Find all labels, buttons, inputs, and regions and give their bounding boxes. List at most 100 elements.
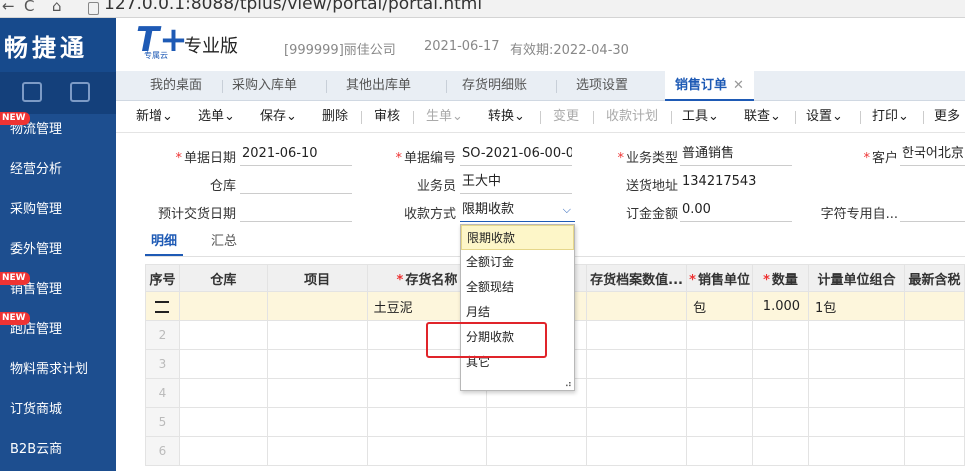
tools-button[interactable]: 工具⌄ (682, 101, 719, 133)
tab-detail[interactable]: 明细 (151, 230, 177, 249)
tab-summary[interactable]: 汇总 (211, 230, 237, 249)
grid-cell[interactable] (903, 291, 965, 321)
grid-header-1[interactable]: 仓库 (178, 264, 268, 292)
grid-cell[interactable] (486, 436, 588, 466)
grid-cell[interactable] (266, 349, 368, 379)
grid-header-9[interactable]: 最新含税 (903, 264, 965, 292)
sidebar-item-8[interactable]: B2B云商 (0, 430, 116, 470)
grid-cell[interactable] (808, 378, 905, 408)
grid-cell[interactable] (686, 349, 754, 379)
change-button[interactable]: 变更 (553, 101, 579, 133)
tab-desktop[interactable]: 我的桌面 (140, 71, 212, 101)
grid-cell[interactable] (903, 320, 965, 350)
resize-grip-icon[interactable]: ⠴ (565, 379, 572, 390)
grid-cell[interactable] (145, 291, 180, 321)
audit-button[interactable]: 审核 (374, 101, 400, 133)
sidebar-item-4[interactable]: NEW 销售管理 (0, 270, 116, 310)
dropdown-option-0[interactable]: 限期收款 (461, 225, 574, 250)
grid-cell[interactable] (586, 320, 688, 350)
grid-cell[interactable] (808, 320, 905, 350)
grid-cell[interactable] (752, 378, 810, 408)
tab-inventory-ledger[interactable]: 存货明细账 (452, 71, 537, 101)
grid-cell[interactable] (366, 436, 488, 466)
query-button[interactable]: 联查⌄ (744, 101, 781, 133)
search-icon[interactable] (22, 82, 42, 102)
back-icon[interactable]: ← (2, 0, 15, 15)
doc-no-field[interactable]: SO-2021-06-00-0... (460, 144, 572, 166)
grid-cell[interactable] (686, 378, 754, 408)
grid-cell[interactable] (266, 291, 368, 321)
dropdown-option-2[interactable]: 全额现结 (461, 275, 574, 300)
generate-button[interactable]: 生单⌄ (426, 101, 463, 133)
tab-options[interactable]: 选项设置 (566, 71, 638, 101)
grid-cell[interactable] (686, 407, 754, 437)
grid-cell[interactable] (903, 436, 965, 466)
print-button[interactable]: 打印⌄ (872, 101, 909, 133)
grid-cell[interactable] (686, 436, 754, 466)
settings-button[interactable]: 设置⌄ (806, 101, 843, 133)
sidebar-item-1[interactable]: 经营分析 (0, 150, 116, 190)
home-icon[interactable]: ⌂ (52, 0, 62, 15)
grid-cell[interactable] (586, 291, 688, 321)
grid-cell[interactable] (266, 320, 368, 350)
pay-method-select[interactable]: 限期收款 ⌵ (460, 200, 575, 222)
payment-plan-button[interactable]: 收款计划 (606, 101, 658, 133)
chevron-down-icon[interactable]: ⌵ (563, 200, 571, 220)
ship-addr-field[interactable]: 134217543 (680, 172, 965, 194)
sidebar-item-7[interactable]: 订货商城 (0, 390, 116, 430)
grid-header-6[interactable]: * 销售单位 (686, 264, 754, 292)
grid-cell[interactable] (686, 320, 754, 350)
grid-header-0[interactable]: 序号 (145, 264, 180, 292)
sidebar-item-0[interactable]: NEW 物流管理 (0, 110, 116, 150)
grid-header-7[interactable]: * 数量 (752, 264, 810, 292)
grid-cell[interactable] (808, 407, 905, 437)
biz-type-field[interactable]: 普通销售 (680, 144, 792, 166)
deposit-field[interactable]: 0.00 (680, 200, 792, 222)
sidebar-item-3[interactable]: 委外管理 (0, 230, 116, 270)
new-button[interactable]: 新增⌄ (136, 101, 173, 133)
grid-cell[interactable] (266, 378, 368, 408)
grid-cell[interactable] (586, 349, 688, 379)
grid-cell[interactable] (586, 378, 688, 408)
grid-cell[interactable] (178, 349, 268, 379)
grid-cell[interactable]: 5 (145, 407, 180, 437)
grid-cell[interactable] (266, 407, 368, 437)
select-doc-button[interactable]: 选单⌄ (198, 101, 235, 133)
save-button[interactable]: 保存⌄ (260, 101, 297, 133)
grid-cell[interactable] (178, 436, 268, 466)
sidebar-item-2[interactable]: 采购管理 (0, 190, 116, 230)
delete-button[interactable]: 删除 (322, 101, 348, 133)
url-field[interactable]: 127.0.0.1:8088/tplus/view/portal/portal.… (104, 0, 482, 14)
reload-icon[interactable]: C (24, 0, 34, 15)
grid-cell[interactable] (586, 436, 688, 466)
tab-purchase-inbound[interactable]: 采购入库单 (222, 71, 307, 101)
customer-field[interactable]: 한국어北京 (900, 144, 965, 166)
grid-cell[interactable]: 3 (145, 349, 180, 379)
grid-cell[interactable] (808, 349, 905, 379)
grid-cell[interactable] (366, 407, 488, 437)
grid-cell[interactable] (178, 378, 268, 408)
grid-cell[interactable] (903, 407, 965, 437)
close-icon[interactable]: ✕ (733, 78, 744, 93)
custom-field[interactable] (900, 200, 965, 222)
doc-date-field[interactable]: 2021-06-10 (240, 144, 352, 166)
grid-cell[interactable] (586, 407, 688, 437)
grid-cell[interactable]: 包 (686, 291, 754, 321)
grid-header-2[interactable]: 项目 (266, 264, 368, 292)
grid-cell[interactable] (752, 407, 810, 437)
sidebar-item-6[interactable]: 物料需求计划 (0, 350, 116, 390)
grid-cell[interactable]: 6 (145, 436, 180, 466)
grid-header-5[interactable]: 存货档案数值... (586, 264, 688, 292)
salesman-field[interactable]: 王大中 (460, 172, 572, 194)
tab-other-outbound[interactable]: 其他出库单 (336, 71, 421, 101)
grid-cell[interactable] (903, 349, 965, 379)
dropdown-option-1[interactable]: 全额订金 (461, 250, 574, 275)
grid-cell[interactable] (178, 407, 268, 437)
row-menu-icon[interactable] (155, 300, 170, 313)
grid-cell[interactable] (178, 291, 268, 321)
convert-button[interactable]: 转换⌄ (488, 101, 525, 133)
grid-cell[interactable] (752, 436, 810, 466)
grid-cell[interactable] (808, 436, 905, 466)
grid-cell[interactable] (266, 436, 368, 466)
add-shortcut-icon[interactable] (70, 82, 90, 102)
